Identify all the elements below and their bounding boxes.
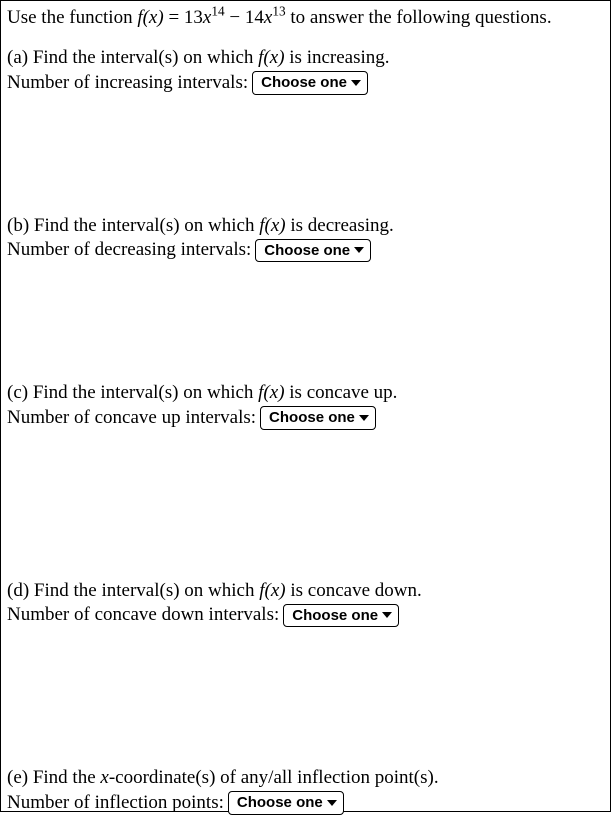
q-d-fx: f(x) (259, 580, 285, 601)
question-b: (b) Find the interval(s) on which f(x) i… (7, 215, 604, 263)
question-a: (a) Find the interval(s) on which f(x) i… (7, 47, 604, 95)
q-d-suffix: is concave down. (286, 580, 422, 601)
answer-b-line: Number of decreasing intervals: Choose o… (7, 239, 604, 263)
q-a-label: (a) Find the interval(s) on which (7, 47, 258, 68)
dropdown-d-label: Choose one (292, 606, 378, 626)
question-a-text: (a) Find the interval(s) on which f(x) i… (7, 47, 604, 69)
answer-e-label: Number of inflection points: (7, 792, 224, 814)
chevron-down-icon (327, 800, 337, 806)
q-e-prefix: (e) Find the (7, 767, 100, 788)
answer-d-label: Number of concave down intervals: (7, 604, 279, 626)
q-b-suffix: is decreasing. (286, 215, 394, 236)
chevron-down-icon (354, 247, 364, 253)
problem-container: Use the function f(x) = 13x14 − 14x13 to… (0, 0, 611, 812)
q-c-label: (c) Find the interval(s) on which (7, 382, 258, 403)
q-c-suffix: is concave up. (285, 382, 398, 403)
dropdown-e-label: Choose one (237, 793, 323, 813)
intro-exp1: 14 (211, 4, 224, 19)
answer-e-line: Number of inflection points: Choose one (7, 791, 604, 815)
question-c: (c) Find the interval(s) on which f(x) i… (7, 382, 604, 430)
answer-b-label: Number of decreasing intervals: (7, 239, 251, 261)
answer-a-line: Number of increasing intervals: Choose o… (7, 71, 604, 95)
dropdown-a-label: Choose one (261, 73, 347, 93)
chevron-down-icon (382, 612, 392, 618)
chevron-down-icon (359, 415, 369, 421)
question-d: (d) Find the interval(s) on which f(x) i… (7, 580, 604, 628)
intro-text: Use the function f(x) = 13x14 − 14x13 to… (7, 7, 604, 29)
intro-equals: = 13 (164, 7, 203, 28)
dropdown-b-label: Choose one (264, 241, 350, 261)
answer-d-line: Number of concave down intervals: Choose… (7, 604, 604, 628)
dropdown-a[interactable]: Choose one (252, 71, 368, 95)
chevron-down-icon (351, 80, 361, 86)
dropdown-e[interactable]: Choose one (228, 791, 344, 815)
q-c-fx: f(x) (258, 382, 284, 403)
answer-c-label: Number of concave up intervals: (7, 407, 256, 429)
intro-minus: − 14 (225, 7, 264, 28)
q-e-xvar: x (100, 767, 108, 788)
intro-exp2: 13 (272, 4, 285, 19)
q-d-label: (d) Find the interval(s) on which (7, 580, 259, 601)
dropdown-c[interactable]: Choose one (260, 406, 376, 430)
q-a-suffix: is increasing. (285, 47, 390, 68)
q-a-fx: f(x) (258, 47, 284, 68)
q-e-suffix: -coordinate(s) of any/all inflection poi… (109, 767, 439, 788)
question-e-text: (e) Find the x-coordinate(s) of any/all … (7, 767, 604, 789)
answer-a-label: Number of increasing intervals: (7, 72, 248, 94)
intro-fx: f(x) (137, 7, 163, 28)
question-b-text: (b) Find the interval(s) on which f(x) i… (7, 215, 604, 237)
intro-suffix: to answer the following questions. (286, 7, 552, 28)
dropdown-b[interactable]: Choose one (255, 239, 371, 263)
dropdown-d[interactable]: Choose one (283, 604, 399, 628)
answer-c-line: Number of concave up intervals: Choose o… (7, 406, 604, 430)
question-c-text: (c) Find the interval(s) on which f(x) i… (7, 382, 604, 404)
question-e: (e) Find the x-coordinate(s) of any/all … (7, 767, 604, 815)
intro-prefix: Use the function (7, 7, 137, 28)
question-d-text: (d) Find the interval(s) on which f(x) i… (7, 580, 604, 602)
dropdown-c-label: Choose one (269, 408, 355, 428)
q-b-label: (b) Find the interval(s) on which (7, 215, 259, 236)
q-b-fx: f(x) (259, 215, 285, 236)
